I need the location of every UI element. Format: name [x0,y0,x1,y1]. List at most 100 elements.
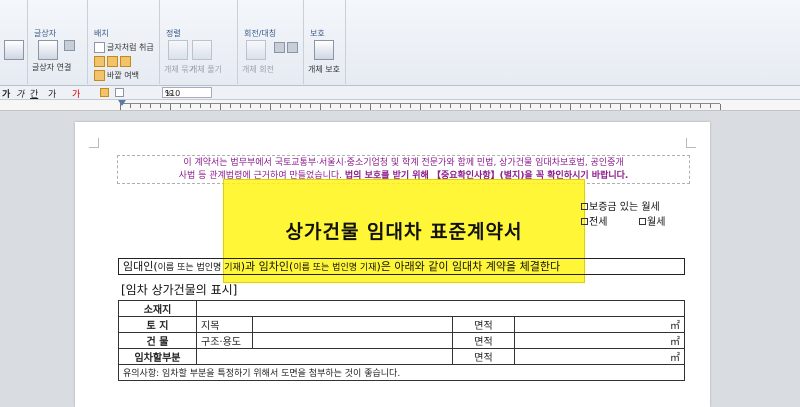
ruler-tick [250,104,251,108]
building-area-field[interactable]: ㎡ [514,332,685,349]
rotate-icon[interactable] [246,40,266,60]
ruler-tick [380,104,381,108]
address-label: 소재지 [118,300,197,317]
italic-button[interactable]: 가 [16,87,24,100]
page-corner-mark [686,138,696,148]
notice-line-1: 이 계약서는 법무부에서 국토교통부·서울시·중소기업청 및 학계 전문가와 함… [183,158,624,168]
ribbon-group-layout: 배치 글자처럼 취급 바깥 여백 [88,0,160,84]
ruler [0,100,800,111]
ruler-tick [280,104,281,108]
checkbox-label: 보증금 있는 월세 [589,202,660,213]
section-title: [임차 상가건물의 표시] [121,283,238,297]
strike-button[interactable]: 가 [48,87,56,100]
outer-margin-button[interactable]: 바깥 여백 [94,70,139,81]
rotate-object-button[interactable]: 개체 회전 [242,64,274,75]
protect-object-button[interactable]: 개체 보호 [308,64,340,75]
outer-margin-label: 바깥 여백 [107,71,139,80]
indent-marker-icon[interactable] [118,100,126,106]
checkbox-monthly[interactable]: 월세 [639,213,665,228]
wrap-icons[interactable] [94,56,133,67]
ribbon-group-align: 정렬 개체 묶기 개체 풀기 [160,0,238,84]
underline-button[interactable]: 간 [30,87,38,100]
textbox-link-button[interactable]: 글상자 연결 [32,62,71,73]
ruler-tick [530,104,531,108]
ruler-tick [560,104,561,108]
ruler-tick [550,104,551,108]
group-objects-icon[interactable] [168,40,188,60]
ruler-tick [440,104,441,108]
rented-part-field[interactable] [196,348,453,365]
checkbox-deposit-monthly[interactable]: 보증금 있는 월세 [581,198,660,213]
zoom-unit: % [165,89,173,98]
ruler-tick [450,104,451,108]
land-label: 토 지 [118,316,197,333]
textbox-link-icon[interactable] [38,40,58,60]
checkbox-icon [94,42,105,53]
address-field[interactable] [196,300,685,317]
table-row: 임차할부분 면적 ㎡ [118,348,685,365]
checkbox-jeonse[interactable]: 전세 [581,213,607,228]
ruler-tick [180,104,181,108]
ruler-tick [470,104,471,110]
ruler-tick [520,104,521,110]
rented-area-field[interactable]: ㎡ [514,348,685,365]
checkbox-label: 월세 [647,217,666,228]
caution-note: 유의사항: 임차할 부분을 특정하기 위해서 도면을 첨부하는 것이 좋습니다. [118,364,685,381]
structure-field[interactable] [252,332,453,349]
area-label: 면적 [452,316,515,333]
ruler-tick [690,104,691,108]
parties-text: )은 아래와 같이 임대차 계약을 체결한다 [376,260,561,273]
page-corner-mark [89,138,99,148]
parties-text: )과 임차인( [240,260,294,273]
margin-icon [94,70,105,81]
ruler-tick [540,104,541,108]
lock-icon[interactable] [314,40,334,60]
ruler-tick [420,104,421,110]
ruler-tick [640,104,641,108]
ribbon-group-protect: 보호 개체 보호 [304,0,346,84]
ribbon-group-textbox: 글상자 글상자 연결 [28,0,88,84]
land-area-field[interactable]: ㎡ [514,316,685,333]
ruler-tick [480,104,481,108]
clipboard-icon[interactable] [4,40,24,60]
bold-button[interactable]: 가 [2,87,10,100]
ruler-tick [580,104,581,108]
ruler-tick [140,104,141,108]
table-row: 소재지 [118,300,685,317]
checkbox-icon [581,218,588,225]
area-label: 면적 [452,332,515,349]
ruler-tick [670,104,671,110]
font-color-button[interactable]: 가 [72,87,80,100]
jimok-field[interactable] [252,316,453,333]
ruler-tick [490,104,491,108]
ruler-tick [500,104,501,108]
jimok-label: 지목 [196,316,253,333]
checkbox-icon [581,203,588,210]
table-row: 건 물 구조·용도 면적 ㎡ [118,332,685,349]
ruler-tick [720,104,721,110]
ruler-tick [650,104,651,108]
ruler-tick [230,104,231,108]
ruler-tick [220,104,221,110]
zoom-input[interactable]: 110 % [162,87,212,98]
ribbon-group-rotate: 회전/대칭 개체 회전 [238,0,304,84]
ruler-tick [320,104,321,110]
ruler-tick [660,104,661,108]
ruler-tick [700,104,701,108]
document-page: 이 계약서는 법무부에서 국토교통부·서울시·중소기업청 및 학계 전문가와 함… [75,122,710,407]
ruler-tick [610,104,611,108]
ruler-tick [170,104,171,110]
ruler-tick [370,104,371,110]
flip-icon[interactable] [274,42,300,53]
group-title-align: 정렬 [166,29,181,38]
ungroup-objects-button[interactable]: 개체 풀기 [190,64,222,75]
ungroup-objects-icon[interactable] [192,40,212,60]
parties-hint: 이름 또는 법인명 기재 [157,263,241,273]
ruler-tick [570,104,571,110]
treat-as-char-button[interactable]: 글자처럼 취급 [94,42,154,53]
ruler-tick [590,104,591,108]
ruler-tick [240,104,241,108]
parties-line[interactable]: 임대인(이름 또는 법인명 기재)과 임차인(이름 또는 법인명 기재)은 아래… [118,258,685,275]
ruler-tick [630,104,631,108]
ribbon-group-partial [0,0,28,84]
